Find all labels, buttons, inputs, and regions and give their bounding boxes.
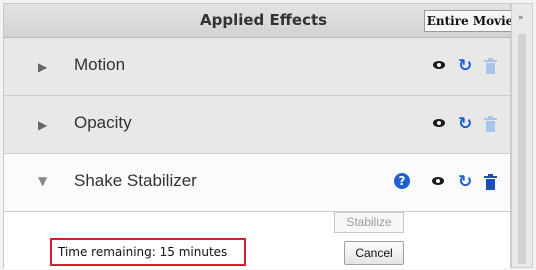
visibility-eye-icon[interactable] <box>432 177 444 185</box>
trash-icon[interactable] <box>484 116 497 132</box>
help-icon[interactable]: ? <box>394 173 410 189</box>
effect-row-shake-stabilizer[interactable]: ▼ Shake Stabilizer ? ↻ <box>4 154 510 212</box>
trash-icon[interactable] <box>484 174 497 190</box>
expand-arrow-icon[interactable]: ▶ <box>38 118 47 132</box>
applied-effects-panel: Applied Effects Entire Movie ▶ Motion ↻ … <box>3 3 516 269</box>
reset-icon[interactable]: ↻ <box>458 172 472 192</box>
stabilize-button[interactable]: Stabilize <box>334 212 404 233</box>
expand-arrow-icon[interactable]: ▶ <box>38 60 47 74</box>
entire-movie-button[interactable]: Entire Movie <box>424 10 516 32</box>
reset-icon[interactable]: ↻ <box>458 114 472 134</box>
cancel-button[interactable]: Cancel <box>344 241 404 265</box>
scrollbar-thumb[interactable] <box>518 34 526 264</box>
effect-row-opacity[interactable]: ▶ Opacity ↻ <box>4 96 510 154</box>
stabilizer-details: Stabilize Time remaining: 15 minutes Can… <box>4 212 510 269</box>
visibility-eye-icon[interactable] <box>433 119 445 127</box>
panel-header: Applied Effects Entire Movie <box>4 4 516 38</box>
visibility-eye-icon[interactable] <box>433 61 445 69</box>
reset-icon[interactable]: ↻ <box>458 56 472 76</box>
panel-title: Applied Effects <box>200 11 328 29</box>
panel-menu-icon[interactable]: » <box>518 13 524 23</box>
time-remaining-label: Time remaining: 15 minutes <box>50 238 246 266</box>
effect-label: Shake Stabilizer <box>74 171 197 190</box>
effect-label: Opacity <box>74 113 132 132</box>
collapse-arrow-icon[interactable]: ▼ <box>38 174 47 188</box>
panel-scrollbar[interactable]: » <box>511 3 533 268</box>
effect-label: Motion <box>74 55 126 74</box>
trash-icon[interactable] <box>484 58 497 74</box>
effect-row-motion[interactable]: ▶ Motion ↻ <box>4 38 510 96</box>
